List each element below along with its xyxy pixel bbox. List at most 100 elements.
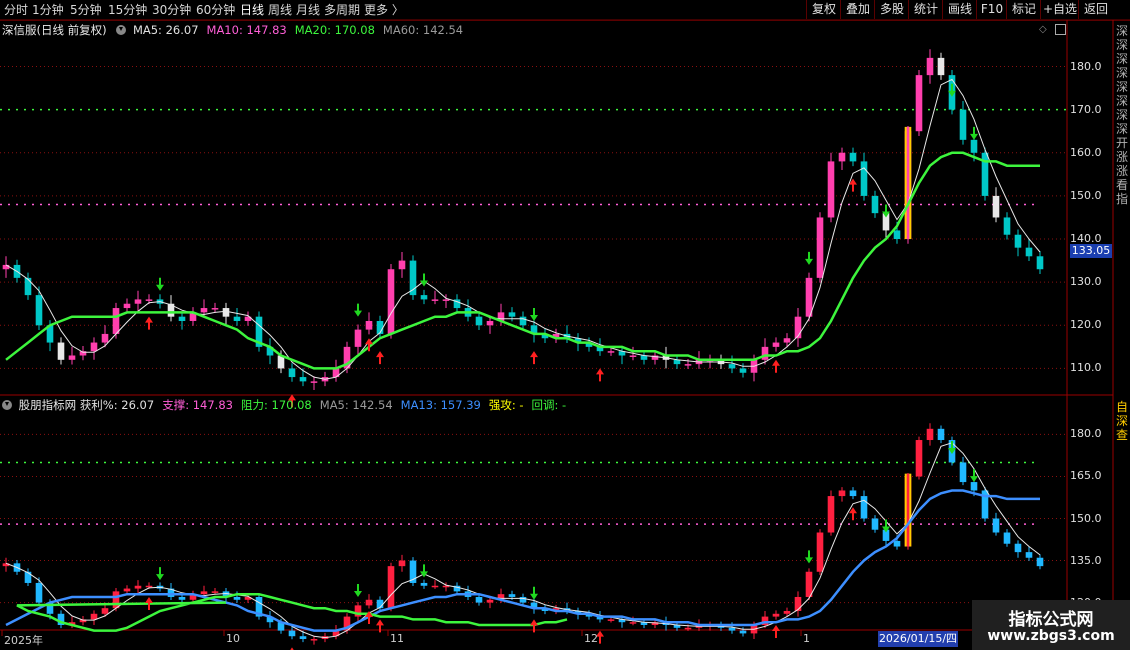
indicator-label-5: 强攻: - [488,398,524,412]
main-candle-21 [233,316,241,321]
main-axis-tick-7: 110.0 [1070,361,1102,375]
main-axis-tick-1: 170.0 [1070,102,1102,116]
main-candle-38 [420,295,428,300]
indicator-title[interactable]: 股朋指标网 [19,398,77,412]
buy-arrow-main-3 [376,351,384,365]
watermark-url: www.zbgs3.com [987,628,1115,644]
main-candle-69 [761,346,769,360]
main-candle-81 [893,230,901,240]
buy-arrow-main-4 [530,351,538,365]
main-candle-2 [24,277,32,296]
main-candle-94 [1036,256,1044,270]
kline-chart[interactable] [0,0,1130,650]
sidebar-text-top[interactable]: 深深深深深深深深 开涨 涨 看 指 [1116,24,1130,394]
date-tick-4: 1 [803,632,810,645]
main-candle-77 [849,152,857,162]
sell-arrow-main-4 [805,251,813,265]
ind-candle-70 [772,613,780,617]
ind-axis-tick-3: 135.0 [1070,553,1102,567]
sell-arrow-ind-4 [805,550,813,564]
stock-title[interactable]: 深信服(日线 前复权) [2,23,107,37]
buy-arrow-main-5 [596,368,604,382]
main-candle-11 [123,303,131,309]
ind-candle-88 [970,482,978,491]
ma-label-0: MA5: 26.07 [132,23,199,37]
main-candle-55 [607,351,615,353]
ma-label-1: MA10: 147.83 [206,23,287,37]
ind-candle-13 [145,585,153,588]
main-candle-70 [772,342,780,347]
diamond-icon[interactable]: ◇ [1039,24,1047,35]
main-candle-43 [475,316,483,326]
main-candle-67 [739,368,747,373]
watermark-title: 指标公式网 [1008,610,1094,630]
ma-label-3: MA60: 142.54 [382,23,464,37]
ind-candle-10 [112,591,120,609]
sell-arrow-main-2 [420,273,428,287]
ind-candle-78 [860,496,868,519]
ma-label-2: MA20: 170.08 [294,23,375,37]
indicator-info-line: 股朋指标网 获利%: 26.07 支撑: 147.83 阻力: 170.08 MA5:… [2,397,574,413]
highlight-candle-ind-inner [906,473,910,547]
date-tick-3: 12 [584,632,598,645]
main-candle-8 [90,342,98,352]
ind-candle-39 [431,585,439,588]
ind-candle-67 [739,630,747,634]
main-candle-76 [838,152,846,162]
window-toggle-icon[interactable] [1055,24,1066,35]
main-candle-19 [211,308,219,310]
ind-candle-18 [200,591,208,595]
current-price-tag: 133.05 [1070,244,1112,258]
settings-dropdown-icon[interactable] [116,25,127,35]
main-candle-6 [68,355,76,360]
ind-candle-83 [915,440,923,477]
main-candle-84 [926,57,934,76]
date-tick-2: 11 [390,632,404,645]
ind-candle-8 [90,613,98,620]
sell-arrow-main-7 [970,126,978,140]
main-axis-tick-5: 130.0 [1070,275,1102,289]
main-candle-46 [508,312,516,317]
buy-arrow-main-6 [772,359,780,373]
sell-arrow-ind-3 [530,586,538,600]
main-candle-66 [728,364,736,369]
ind-axis-tick-0: 180.0 [1070,427,1102,441]
date-tick-1: 10 [226,632,240,645]
ind-candle-81 [893,540,901,547]
main-candle-74 [816,217,824,278]
ind-candle-87 [959,462,967,483]
main-candle-91 [1003,217,1011,235]
ind-candle-27 [299,636,307,640]
ind-candle-93 [1025,552,1033,558]
ma20-line-main [5,151,1040,370]
sell-arrow-ind-1 [354,583,362,597]
ind-candle-36 [398,560,406,567]
main-candle-3 [35,295,43,326]
ind-candle-79 [871,518,879,530]
main-candle-71 [783,338,791,343]
main-candle-62 [684,364,692,366]
main-candle-87 [959,109,967,140]
ind-candle-28 [310,639,318,641]
main-info-line: 深信服(日线 前复权) MA5: 26.07 MA10: 147.83 MA20: … [2,22,471,38]
main-axis-tick-3: 150.0 [1070,188,1102,202]
ind-candle-44 [486,599,494,603]
main-candle-18 [200,308,208,313]
main-candle-47 [519,316,527,326]
ind-candle-11 [123,588,131,592]
sidebar-text-bottom[interactable]: 自 深 查 [1116,400,1130,460]
ind-candle-76 [838,490,846,497]
buy-arrow-ind-6 [772,625,780,638]
ind-candle-77 [849,490,857,497]
indicator-dropdown-icon[interactable] [2,400,12,410]
main-candle-0 [2,264,10,270]
ind-candle-38 [420,582,428,586]
ind-candle-3 [35,582,43,603]
ind-candle-55 [607,619,615,621]
sell-arrow-ind-7 [970,469,978,483]
ind-candle-26 [288,630,296,637]
cursor-date-tag: 2026/01/15/四 [878,631,958,647]
sell-arrow-main-1 [354,303,362,317]
indicator-label-2: 阻力: 170.08 [240,398,312,412]
main-candle-93 [1025,247,1033,257]
